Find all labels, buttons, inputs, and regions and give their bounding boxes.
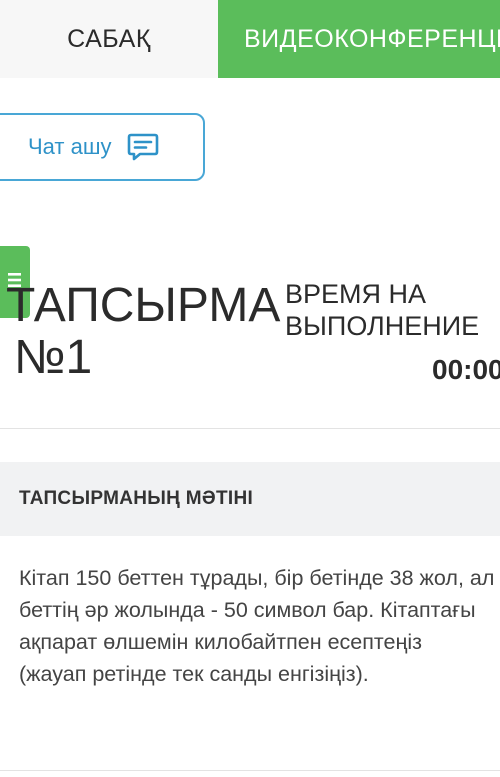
time-label: ВРЕМЯ НА ВЫПОЛНЕНИЕ [285, 278, 479, 342]
task-title-line1: ТАПСЫРМА [6, 279, 281, 332]
chat-bubble-icon [126, 130, 160, 164]
task-number: №1 [14, 331, 93, 384]
task-text-header: ТАПСЫРМАНЫҢ МӘТІНІ [0, 462, 500, 536]
open-chat-label: Чат ашу [28, 134, 112, 159]
tab-lesson[interactable]: САБАҚ [0, 0, 218, 78]
divider-bottom [0, 770, 500, 771]
open-chat-button[interactable]: Чат ашу [0, 113, 205, 181]
time-label-line2: ВЫПОЛНЕНИЕ [285, 311, 480, 341]
timer-value: 00:00 [432, 354, 500, 385]
tab-videoconference[interactable]: ВИДЕОКОНФЕРЕНЦИЯ [218, 0, 500, 78]
tab-bar: САБАҚ ВИДЕОКОНФЕРЕНЦИЯ [0, 0, 500, 78]
task-title: ТАПСЫРМА №1 [6, 280, 280, 384]
time-label-line1: ВРЕМЯ НА [285, 279, 427, 309]
divider [0, 428, 500, 429]
task-text-body: Кітап 150 беттен тұрады, бір бетінде 38 … [19, 566, 495, 686]
